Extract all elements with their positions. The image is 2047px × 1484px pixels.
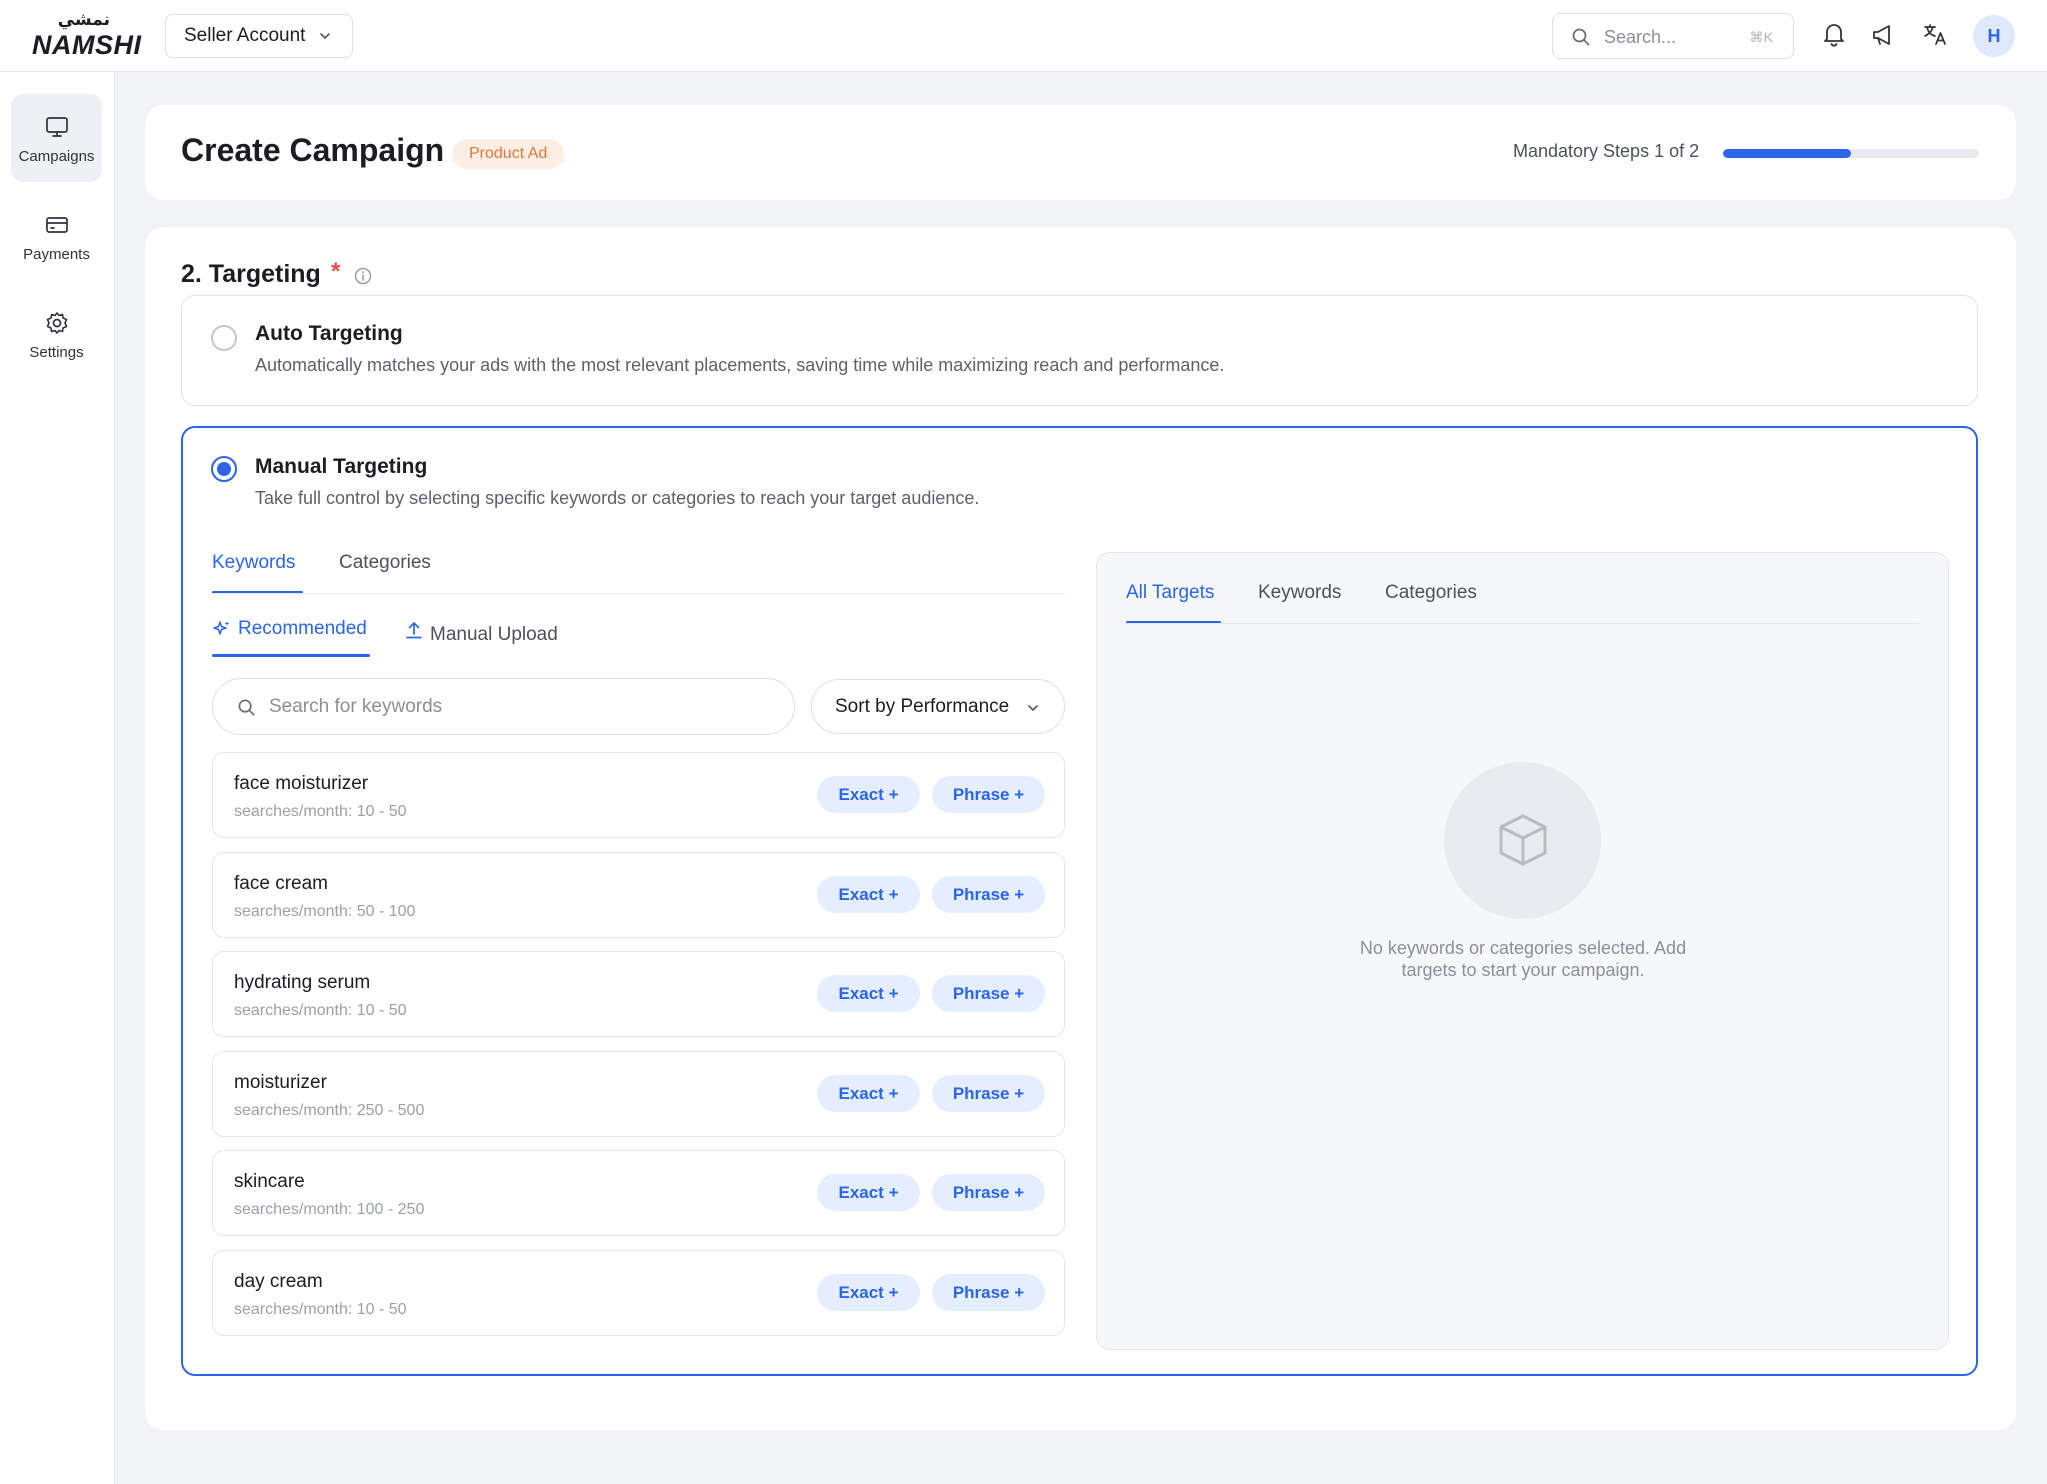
auto-targeting-title: Auto Targeting [255, 322, 403, 345]
keyword-row: skincare searches/month: 100 - 250 Exact… [212, 1150, 1065, 1236]
add-phrase-button[interactable]: Phrase + [932, 1274, 1045, 1311]
targeting-section-title: 2. Targeting [181, 260, 321, 288]
add-exact-button[interactable]: Exact + [817, 1075, 920, 1112]
auto-targeting-radio[interactable] [211, 325, 237, 351]
keyword-search-volume: searches/month: 10 - 50 [234, 1301, 407, 1318]
right-tabs-divider [1126, 623, 1919, 624]
add-phrase-button[interactable]: Phrase + [932, 975, 1045, 1012]
megaphone-icon[interactable] [1869, 20, 1899, 50]
sidebar: Campaigns Payments Settings [0, 72, 115, 1484]
sidebar-item-campaigns[interactable]: Campaigns [11, 94, 102, 182]
sidebar-item-settings[interactable]: Settings [11, 290, 102, 378]
subtab-recommended-label: Recommended [238, 618, 367, 639]
keyword-search-volume: searches/month: 10 - 50 [234, 1002, 407, 1019]
mandatory-steps-label: Mandatory Steps 1 of 2 [1513, 141, 1700, 161]
keyword-name: face moisturizer [234, 773, 369, 794]
steps-progress-fill [1723, 149, 1851, 158]
empty-state-line-2: targets to start your campaign. [1401, 960, 1645, 980]
add-exact-button[interactable]: Exact + [817, 975, 920, 1012]
add-exact-button[interactable]: Exact + [817, 1174, 920, 1211]
top-bar: نمشي NAMSHI Seller Account Search... ⌘K … [0, 0, 2047, 72]
tab-target-categories[interactable]: Categories [1385, 582, 1477, 604]
search-icon [1572, 28, 1590, 46]
upload-icon [406, 622, 422, 639]
keyword-search-volume: searches/month: 10 - 50 [234, 803, 407, 820]
keyword-search-volume: searches/month: 100 - 250 [234, 1201, 425, 1218]
empty-state-line-1: No keywords or categories selected. Add [1359, 938, 1687, 958]
auto-targeting-option[interactable]: Auto Targeting Automatically matches you… [181, 295, 1978, 406]
gear-icon [46, 312, 67, 334]
add-phrase-button[interactable]: Phrase + [932, 1075, 1045, 1112]
sort-dropdown-label: Sort by Performance [835, 696, 1010, 717]
chevron-down-icon [1028, 705, 1038, 711]
tab-target-keywords[interactable]: Keywords [1258, 582, 1341, 604]
add-phrase-button[interactable]: Phrase + [932, 1174, 1045, 1211]
tab-keywords[interactable]: Keywords [212, 552, 295, 574]
add-exact-button[interactable]: Exact + [817, 1274, 920, 1311]
monitor-icon [45, 117, 68, 137]
manual-targeting-radio[interactable] [211, 456, 237, 482]
sidebar-item-label: Payments [23, 246, 90, 263]
keyword-row: face cream searches/month: 50 - 100 Exac… [212, 852, 1065, 938]
sidebar-item-label: Campaigns [18, 148, 95, 165]
auto-targeting-description: Automatically matches your ads with the … [255, 355, 1225, 375]
keyword-name: day cream [234, 1271, 323, 1292]
tab-categories[interactable]: Categories [339, 552, 431, 574]
namshi-logo[interactable]: نمشي NAMSHI [32, 10, 144, 62]
credit-card-icon [45, 217, 68, 233]
keyword-search-field[interactable] [212, 678, 795, 735]
empty-state-illustration [1444, 762, 1601, 919]
seller-account-dropdown[interactable]: Seller Account [165, 14, 353, 58]
logo-arabic-text: نمشي [57, 10, 110, 30]
subtab-manual-upload-label: Manual Upload [430, 624, 558, 645]
user-avatar[interactable]: H [1973, 15, 2015, 57]
keyword-search-volume: searches/month: 50 - 100 [234, 903, 416, 920]
keyword-name: skincare [234, 1171, 305, 1192]
sidebar-item-payments[interactable]: Payments [11, 192, 102, 280]
page-title: Create Campaign [181, 132, 445, 168]
translate-icon[interactable] [1921, 20, 1951, 50]
required-asterisk: * [331, 258, 341, 285]
empty-state-message: No keywords or categories selected. Add … [1322, 937, 1724, 981]
info-icon[interactable] [353, 266, 373, 286]
box-icon [1499, 814, 1547, 866]
global-search-input[interactable]: Search... ⌘K [1552, 13, 1794, 59]
add-phrase-button[interactable]: Phrase + [932, 776, 1045, 813]
search-shortcut-hint: ⌘K [1749, 29, 1773, 45]
tab-all-targets[interactable]: All Targets [1126, 582, 1214, 604]
keyword-name: hydrating serum [234, 972, 371, 993]
subtab-recommended-underline [212, 654, 370, 657]
keyword-name: moisturizer [234, 1072, 327, 1093]
manual-targeting-title: Manual Targeting [255, 455, 428, 478]
steps-progress-bar [1723, 149, 1979, 158]
manual-targeting-description: Take full control by selecting specific … [255, 488, 980, 508]
keyword-search-volume: searches/month: 250 - 500 [234, 1102, 425, 1119]
keyword-name: face cream [234, 873, 328, 894]
seller-account-label: Seller Account [184, 25, 306, 46]
chevron-down-icon [320, 33, 330, 39]
sort-dropdown[interactable]: Sort by Performance [811, 679, 1065, 734]
tabs-divider [212, 593, 1065, 594]
subtab-recommended[interactable]: Recommended [212, 618, 367, 640]
logo-text: NAMSHI [32, 30, 142, 60]
keyword-search-input[interactable] [269, 693, 769, 721]
keyword-row: hydrating serum searches/month: 10 - 50 … [212, 951, 1065, 1037]
keyword-row: face moisturizer searches/month: 10 - 50… [212, 752, 1065, 838]
search-icon [238, 699, 255, 716]
bell-icon[interactable] [1819, 19, 1849, 49]
campaign-type-badge: Product Ad [452, 139, 565, 169]
add-phrase-button[interactable]: Phrase + [932, 876, 1045, 913]
keyword-row: moisturizer searches/month: 250 - 500 Ex… [212, 1051, 1065, 1137]
global-search-placeholder: Search... [1604, 27, 1677, 47]
add-exact-button[interactable]: Exact + [817, 776, 920, 813]
subtab-manual-upload[interactable]: Manual Upload [404, 622, 558, 646]
sparkle-icon [213, 621, 230, 635]
keyword-row: day cream searches/month: 10 - 50 Exact … [212, 1250, 1065, 1336]
add-exact-button[interactable]: Exact + [817, 876, 920, 913]
sidebar-item-label: Settings [29, 344, 84, 361]
